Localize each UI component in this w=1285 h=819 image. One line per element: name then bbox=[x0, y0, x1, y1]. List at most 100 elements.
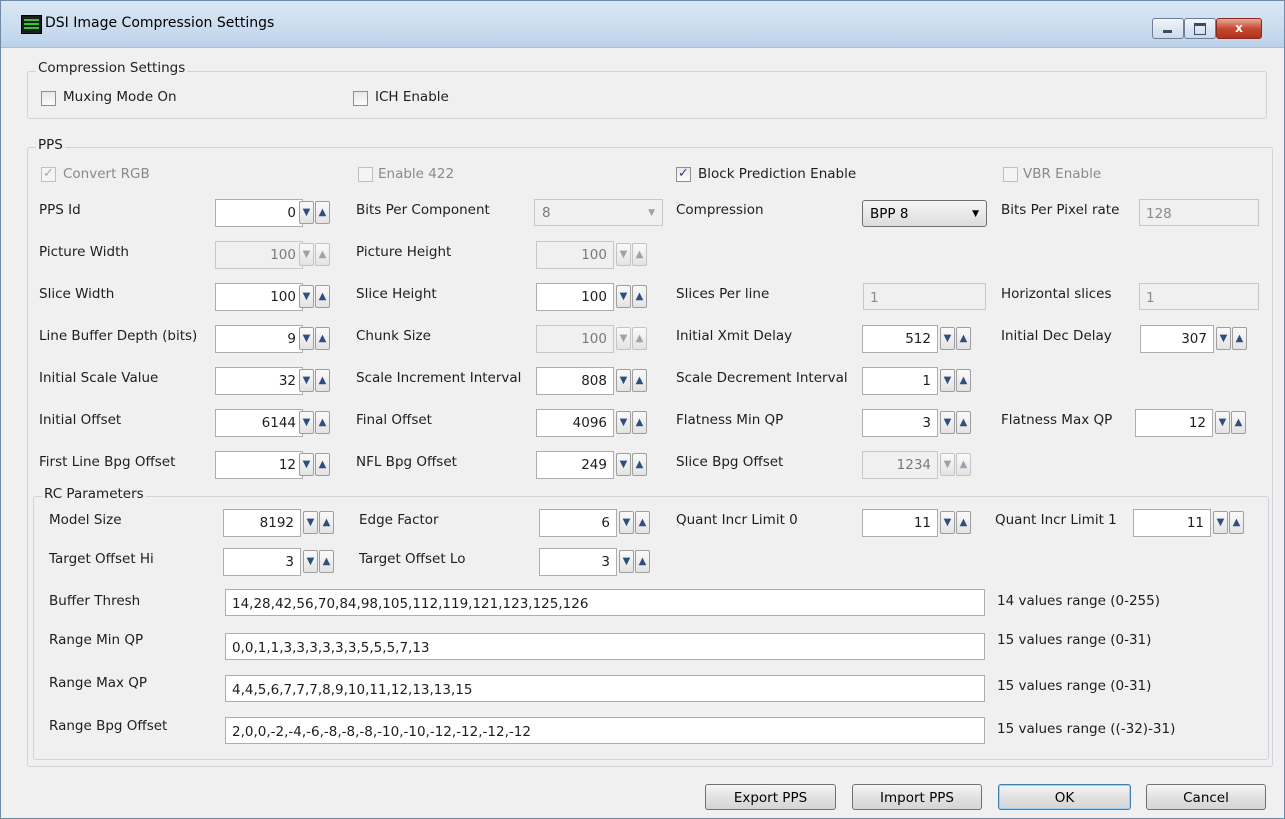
slice-height-value[interactable]: 100 bbox=[536, 283, 614, 311]
spin-up-icon[interactable]: ▲ bbox=[315, 201, 330, 224]
scale-decrement-interval-value[interactable]: 1 bbox=[862, 367, 938, 395]
spin-down-icon[interactable]: ▼ bbox=[616, 411, 631, 434]
spin-up-icon[interactable]: ▲ bbox=[635, 511, 650, 534]
maximize-button[interactable] bbox=[1184, 18, 1216, 39]
spin-down-icon[interactable]: ▼ bbox=[1216, 327, 1231, 350]
model-size-value[interactable]: 8192 bbox=[223, 509, 301, 537]
spin-down-icon[interactable]: ▼ bbox=[299, 453, 314, 476]
spin-up-icon[interactable]: ▲ bbox=[632, 453, 647, 476]
horizontal-slices-field[interactable]: 1 bbox=[1139, 283, 1259, 310]
spin-up-icon[interactable]: ▲ bbox=[632, 411, 647, 434]
block-prediction-checkbox[interactable]: ✓ bbox=[676, 166, 691, 182]
spin-up-icon[interactable]: ▲ bbox=[956, 453, 971, 476]
spin-up-icon[interactable]: ▲ bbox=[956, 327, 971, 350]
minimize-button[interactable] bbox=[1152, 18, 1184, 39]
target-offset-hi-value[interactable]: 3 bbox=[223, 548, 301, 576]
spin-down-icon[interactable]: ▼ bbox=[940, 511, 955, 534]
spin-down-icon[interactable]: ▼ bbox=[303, 511, 318, 534]
compression-settings-label: Compression Settings bbox=[36, 60, 188, 76]
spin-up-icon[interactable]: ▲ bbox=[632, 327, 647, 350]
spin-down-icon[interactable]: ▼ bbox=[1213, 511, 1228, 534]
spin-down-icon[interactable]: ▼ bbox=[1215, 411, 1230, 434]
cancel-button[interactable]: Cancel bbox=[1146, 784, 1266, 810]
picture-height-value[interactable]: 100 bbox=[536, 241, 614, 269]
target-offset-lo-value[interactable]: 3 bbox=[539, 548, 617, 576]
spin-up-icon[interactable]: ▲ bbox=[1229, 511, 1244, 534]
spin-down-icon[interactable]: ▼ bbox=[299, 285, 314, 308]
spin-up-icon[interactable]: ▲ bbox=[956, 369, 971, 392]
enable-422-checkbox[interactable] bbox=[358, 167, 373, 182]
spin-down-icon[interactable]: ▼ bbox=[616, 243, 631, 266]
initial-scale-value-value[interactable]: 32 bbox=[215, 367, 303, 395]
edge-factor-value[interactable]: 6 bbox=[539, 509, 617, 537]
spin-up-icon[interactable]: ▲ bbox=[315, 411, 330, 434]
ok-button[interactable]: OK bbox=[998, 784, 1131, 810]
picture-width-value[interactable]: 100 bbox=[215, 241, 303, 269]
export-pps-button[interactable]: Export PPS bbox=[705, 784, 836, 810]
slice-bpg-offset-value[interactable]: 1234 bbox=[862, 451, 938, 479]
initial-xmit-delay-value[interactable]: 512 bbox=[862, 325, 938, 353]
quant-incr-limit1-value[interactable]: 11 bbox=[1133, 509, 1211, 537]
spin-up-icon[interactable]: ▲ bbox=[956, 511, 971, 534]
convert-rgb-checkbox[interactable]: ✓ bbox=[41, 166, 56, 182]
spin-up-icon[interactable]: ▲ bbox=[315, 285, 330, 308]
spin-up-icon[interactable]: ▲ bbox=[956, 411, 971, 434]
spin-up-icon[interactable]: ▲ bbox=[635, 550, 650, 573]
spin-down-icon[interactable]: ▼ bbox=[616, 369, 631, 392]
initial-offset-value[interactable]: 6144 bbox=[215, 409, 303, 437]
spin-up-icon[interactable]: ▲ bbox=[319, 550, 334, 573]
final-offset-value[interactable]: 4096 bbox=[536, 409, 614, 437]
spin-down-icon[interactable]: ▼ bbox=[299, 411, 314, 434]
muxing-mode-checkbox[interactable] bbox=[41, 91, 56, 106]
range-max-qp-field[interactable]: 4,4,5,6,7,7,7,8,9,10,11,12,13,13,15 bbox=[225, 675, 985, 702]
chunk-size-value[interactable]: 100 bbox=[536, 325, 614, 353]
range-min-qp-field[interactable]: 0,0,1,1,3,3,3,3,3,3,5,5,5,7,13 bbox=[225, 633, 985, 660]
spin-down-icon[interactable]: ▼ bbox=[616, 453, 631, 476]
quant-incr-limit0-value[interactable]: 11 bbox=[862, 509, 938, 537]
spin-up-icon[interactable]: ▲ bbox=[1232, 327, 1247, 350]
buffer-thresh-field[interactable]: 14,28,42,56,70,84,98,105,112,119,121,123… bbox=[225, 589, 985, 616]
flatness-max-qp-value[interactable]: 12 bbox=[1135, 409, 1213, 437]
spin-down-icon[interactable]: ▼ bbox=[299, 327, 314, 350]
scale-increment-interval-value[interactable]: 808 bbox=[536, 367, 614, 395]
spin-down-icon[interactable]: ▼ bbox=[616, 327, 631, 350]
flatness-min-qp-value[interactable]: 3 bbox=[862, 409, 938, 437]
vbr-enable-checkbox[interactable] bbox=[1003, 167, 1018, 182]
first-line-bpg-offset-value[interactable]: 12 bbox=[215, 451, 303, 479]
line-buffer-depth-value[interactable]: 9 bbox=[215, 325, 303, 353]
spin-down-icon[interactable]: ▼ bbox=[299, 243, 314, 266]
spin-up-icon[interactable]: ▲ bbox=[632, 369, 647, 392]
title-bar[interactable]: DSI Image Compression Settings x bbox=[1, 1, 1284, 48]
spin-down-icon[interactable]: ▼ bbox=[619, 511, 634, 534]
spin-up-icon[interactable]: ▲ bbox=[315, 243, 330, 266]
spin-down-icon[interactable]: ▼ bbox=[616, 285, 631, 308]
ich-enable-checkbox[interactable] bbox=[353, 91, 368, 106]
import-pps-button[interactable]: Import PPS bbox=[852, 784, 982, 810]
spin-down-icon[interactable]: ▼ bbox=[303, 550, 318, 573]
compression-select[interactable]: BPP 8 ▼ bbox=[862, 200, 987, 227]
spin-up-icon[interactable]: ▲ bbox=[315, 327, 330, 350]
spin-down-icon[interactable]: ▼ bbox=[940, 327, 955, 350]
buffer-thresh-hint: 14 values range (0-255) bbox=[997, 593, 1160, 609]
spin-down-icon[interactable]: ▼ bbox=[940, 369, 955, 392]
spin-down-icon[interactable]: ▼ bbox=[619, 550, 634, 573]
bits-per-component-select[interactable]: 8 ▼ bbox=[534, 199, 663, 226]
spin-up-icon[interactable]: ▲ bbox=[319, 511, 334, 534]
range-bpg-offset-field[interactable]: 2,0,0,-2,-4,-6,-8,-8,-8,-10,-10,-12,-12,… bbox=[225, 717, 985, 744]
bits-per-pixel-rate-field[interactable]: 128 bbox=[1139, 199, 1259, 226]
spin-down-icon[interactable]: ▼ bbox=[940, 453, 955, 476]
spin-up-icon[interactable]: ▲ bbox=[1231, 411, 1246, 434]
spin-down-icon[interactable]: ▼ bbox=[299, 369, 314, 392]
spin-up-icon[interactable]: ▲ bbox=[632, 285, 647, 308]
pps-id-value[interactable]: 0 bbox=[215, 199, 303, 227]
slice-width-value[interactable]: 100 bbox=[215, 283, 303, 311]
close-button[interactable]: x bbox=[1216, 18, 1262, 39]
initial-dec-delay-value[interactable]: 307 bbox=[1140, 325, 1214, 353]
spin-up-icon[interactable]: ▲ bbox=[632, 243, 647, 266]
spin-up-icon[interactable]: ▲ bbox=[315, 369, 330, 392]
spin-up-icon[interactable]: ▲ bbox=[315, 453, 330, 476]
nfl-bpg-offset-value[interactable]: 249 bbox=[536, 451, 614, 479]
spin-down-icon[interactable]: ▼ bbox=[940, 411, 955, 434]
spin-down-icon[interactable]: ▼ bbox=[299, 201, 314, 224]
slices-per-line-field[interactable]: 1 bbox=[863, 283, 986, 310]
